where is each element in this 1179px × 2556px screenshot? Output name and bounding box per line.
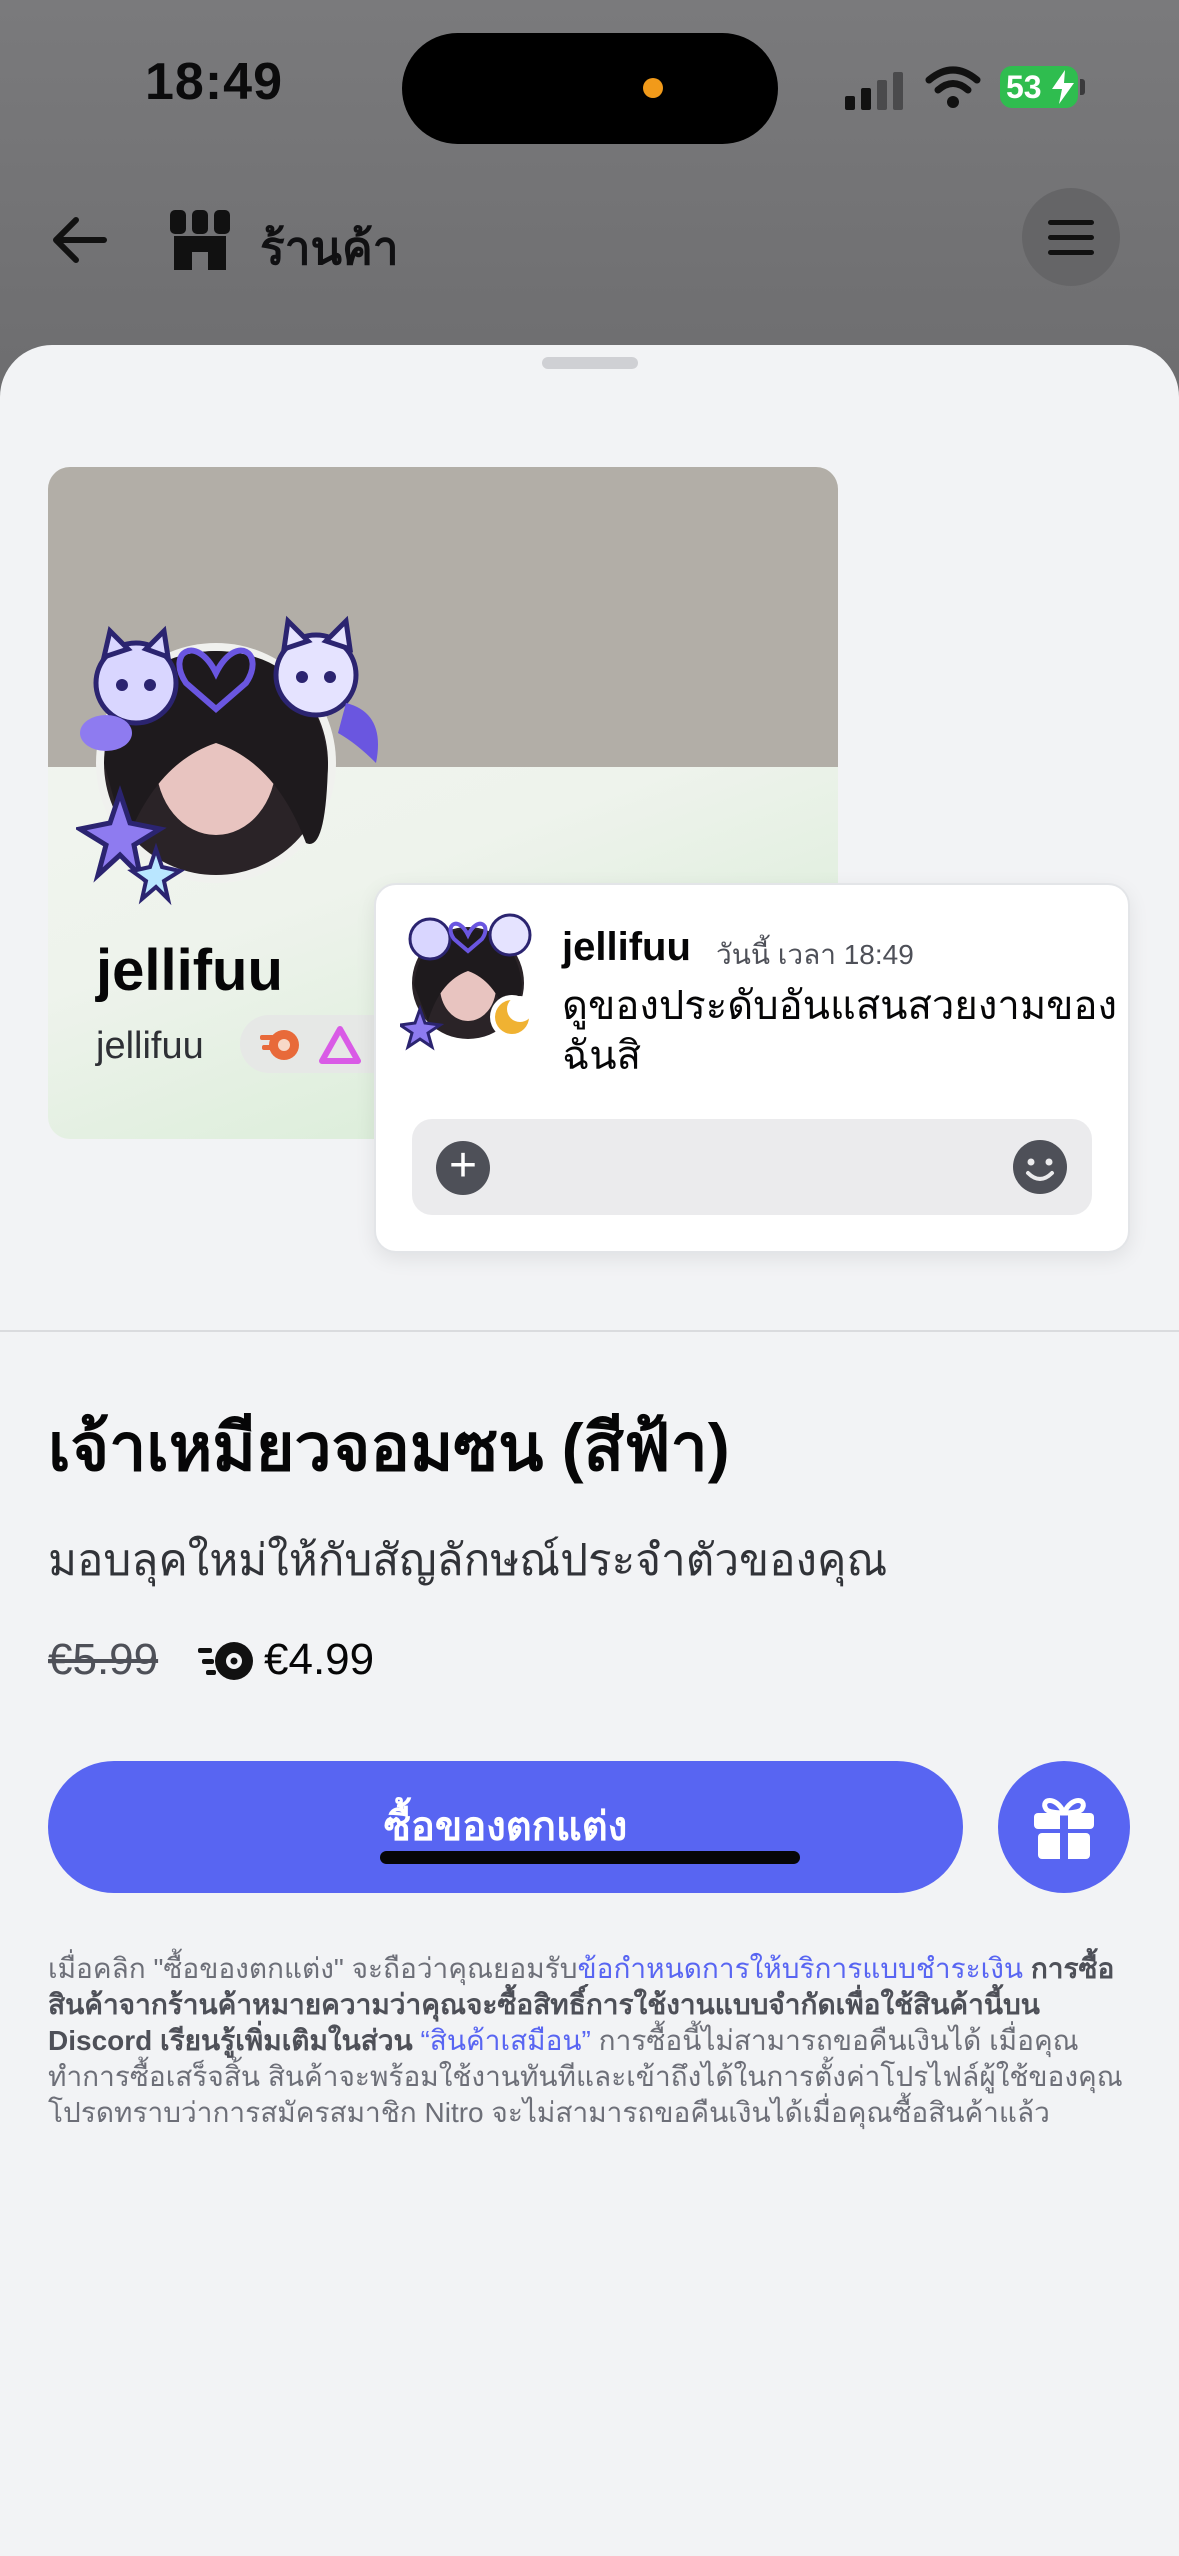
recording-indicator-icon (643, 78, 663, 98)
hamburger-menu-icon (1048, 220, 1094, 225)
gift-button[interactable] (998, 1761, 1130, 1893)
message-preview-card: jellifuu วันนี้ เวลา 18:49 ดูของประดับอั… (374, 883, 1130, 1253)
price-original: €5.99 (48, 1635, 159, 1684)
section-divider (0, 1330, 1179, 1332)
dynamic-island (402, 33, 778, 144)
product-title: เจ้าเหมียวจอมซน (สีฟ้า) (48, 1410, 730, 1484)
price-nitro: €4.99 (264, 1635, 375, 1684)
battery-cap (1080, 79, 1085, 95)
page-title: ร้านค้า (260, 222, 399, 274)
gift-icon (1034, 1798, 1094, 1859)
legal-disclaimer: เมื่อคลิก "ซื้อของตกแต่ง" จะถือว่าคุณยอม… (48, 1951, 1133, 2131)
message-author: jellifuu (562, 925, 691, 969)
profile-display-name: jellifuu (96, 938, 283, 1003)
menu-button[interactable] (1022, 188, 1120, 286)
shop-header: ร้านค้า (0, 170, 1179, 548)
shop-icon (170, 210, 230, 270)
wifi-icon (925, 66, 981, 108)
nitro-icon (198, 1642, 253, 1680)
home-indicator[interactable] (380, 1851, 800, 1864)
message-input-bar: + (412, 1119, 1092, 1215)
message-avatar (400, 913, 534, 1051)
emoji-icon (1013, 1140, 1067, 1194)
product-detail-sheet: jellifuu jellifuu jellifuu วันนี้ เวลา 1… (0, 345, 1179, 2556)
hamburger-menu-icon-line (1048, 250, 1094, 255)
status-time: 18:49 (145, 53, 283, 111)
legal-text-1: เมื่อคลิก "ซื้อของตกแต่ง" จะถือว่าคุณยอม… (48, 1953, 578, 1984)
buy-decoration-button[interactable]: ซื้อของตกแต่ง (48, 1761, 963, 1893)
virtual-goods-link[interactable]: “สินค้าเสมือน” (420, 2025, 590, 2056)
purple-triangle-badge-icon (319, 1026, 361, 1064)
plus-icon: + (436, 1141, 490, 1195)
profile-username: jellifuu (96, 1025, 204, 1067)
message-text: ดูของประดับอันแสนสวยงามของฉันสิ (562, 984, 1118, 1078)
status-bar: 18:49 53 (0, 0, 1179, 170)
arrow-left-icon[interactable] (48, 208, 112, 272)
charging-bolt-icon (1052, 70, 1074, 104)
cellular-signal-icon (845, 72, 903, 110)
message-timestamp: วันนี้ เวลา 18:49 (716, 939, 914, 970)
hamburger-menu-icon-line (1048, 235, 1094, 240)
sheet-grabber[interactable] (542, 357, 638, 369)
avatar-with-decoration (76, 615, 378, 906)
paid-terms-link[interactable]: ข้อกำหนดการให้บริการแบบชำระเงิน (577, 1953, 1023, 1984)
product-description: มอบลุคใหม่ให้กับสัญลักษณ์ประจำตัวของคุณ (48, 1536, 888, 1585)
nitro-boost-badge-icon (260, 1030, 299, 1060)
